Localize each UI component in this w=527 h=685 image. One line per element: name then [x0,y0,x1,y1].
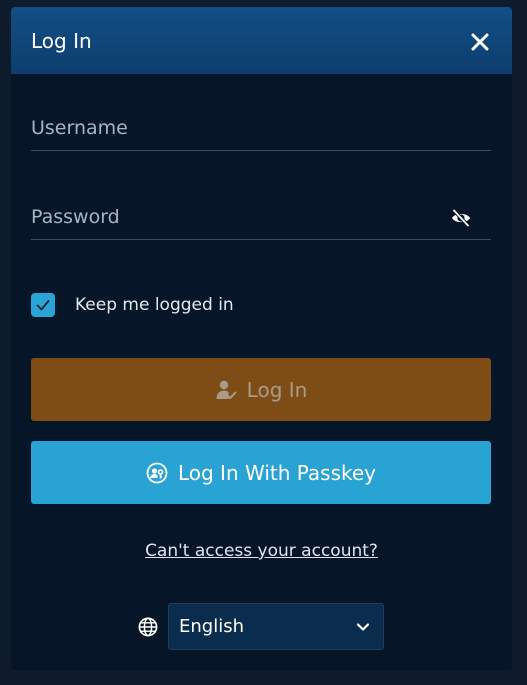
remember-me-row: Keep me logged in [31,293,291,317]
close-button[interactable] [467,29,493,55]
eye-off-icon [452,209,470,227]
globe-icon [138,617,158,637]
language-selector-row: English [138,603,384,650]
username-input[interactable] [31,105,491,151]
passkey-button-label: Log In With Passkey [177,460,377,485]
passkey-icon [146,462,168,483]
close-icon [471,33,489,51]
language-select[interactable]: English [168,603,384,650]
remember-me-label[interactable]: Keep me logged in [75,293,234,317]
username-field [31,105,491,151]
password-visibility-toggle[interactable] [451,208,471,228]
user-check-icon [216,380,237,399]
chevron-down-icon [356,623,370,631]
language-selected-value: English [179,616,244,637]
dialog-title: Log In [31,29,92,53]
password-field [31,194,491,240]
login-button-label: Log In [246,377,308,402]
passkey-login-button[interactable]: Log In With Passkey [31,441,491,504]
login-dialog: Log In Keep me logged in [11,7,512,670]
checkmark-icon [36,300,50,311]
dialog-header: Log In [11,7,512,74]
cant-access-account-link[interactable]: Can't access your account? [11,541,512,561]
login-button[interactable]: Log In [31,358,491,421]
remember-me-checkbox[interactable] [31,293,55,317]
password-input[interactable] [31,194,491,240]
